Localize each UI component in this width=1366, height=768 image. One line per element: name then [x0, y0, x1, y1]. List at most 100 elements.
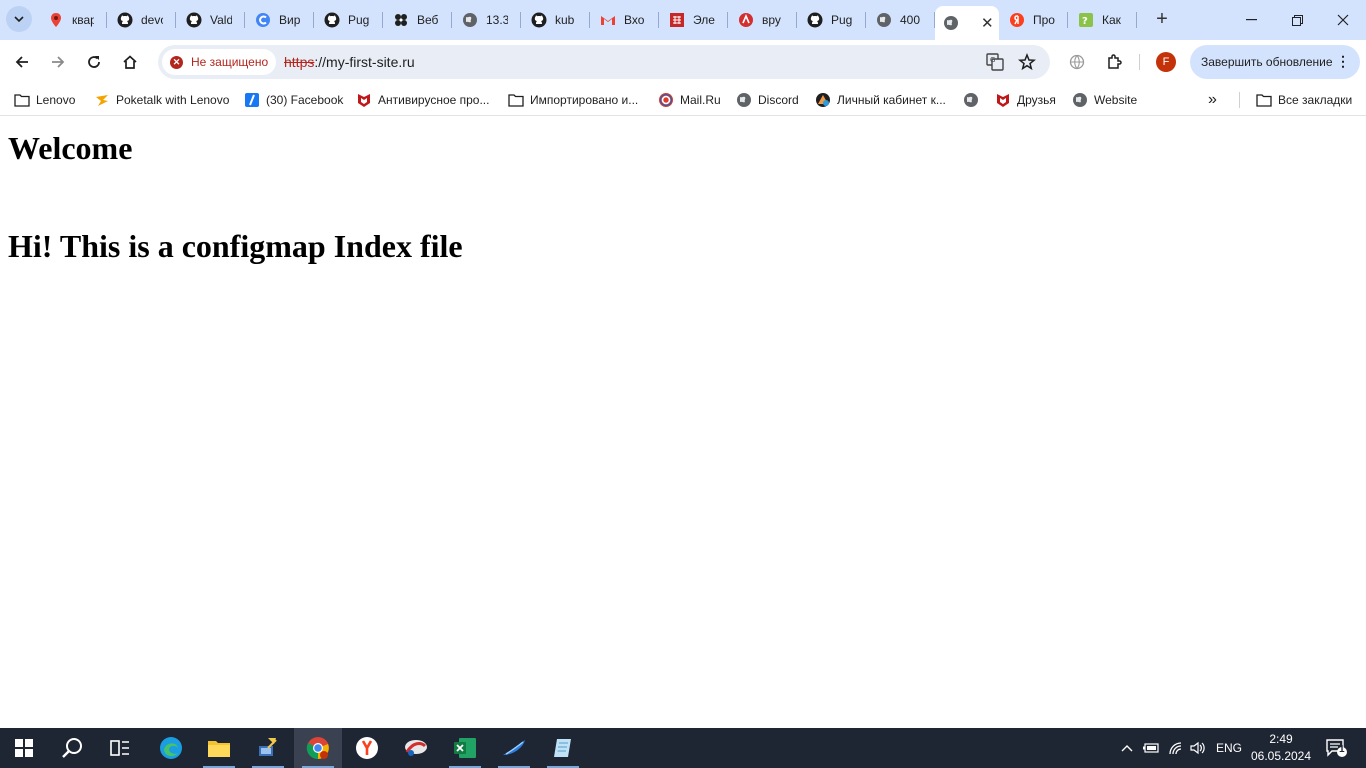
back-button[interactable]: [8, 48, 36, 76]
browser-tab[interactable]: Веб: [383, 0, 452, 40]
bookmark-star-button[interactable]: [1018, 53, 1036, 71]
yandex-icon: [1010, 13, 1024, 27]
browser-tab[interactable]: 400: [866, 0, 935, 40]
taskbar-yandex[interactable]: [343, 728, 391, 768]
red-circle-icon: [739, 13, 753, 27]
task-view-button[interactable]: [96, 728, 144, 768]
browser-tab[interactable]: 13.3: [452, 0, 521, 40]
folder-icon: [508, 92, 524, 108]
start-button[interactable]: [0, 728, 48, 768]
bookmark-item[interactable]: Антивирусное про...: [356, 91, 489, 109]
restore-button[interactable]: [1274, 0, 1320, 40]
browser-tab[interactable]: Про: [999, 0, 1068, 40]
tab-search-button[interactable]: [6, 6, 32, 32]
bookmark-item[interactable]: Lenovo: [14, 91, 75, 109]
bookmark-item[interactable]: Website: [1072, 91, 1137, 109]
tray-language[interactable]: ENG: [1212, 728, 1246, 768]
tab-title: devo: [141, 13, 163, 27]
taskbar-notepad[interactable]: [539, 728, 587, 768]
taskbar-chrome[interactable]: [294, 728, 342, 768]
speaker-icon: [1190, 741, 1205, 755]
close-window-button[interactable]: [1320, 0, 1366, 40]
folder-icon: [208, 741, 230, 757]
battery-icon: [1143, 743, 1159, 753]
tab-title: Вир: [279, 13, 301, 27]
browser-toolbar: ✕ Не защищено https://my-first-site.ru G…: [0, 40, 1366, 84]
search-button[interactable]: [48, 728, 96, 768]
new-tab-button[interactable]: +: [1150, 8, 1174, 32]
tab-title: Веб: [417, 13, 439, 27]
page-heading-configmap: Hi! This is a configmap Index file: [8, 228, 463, 264]
bookmark-item[interactable]: Mail.Ru: [658, 91, 721, 109]
tray-overflow-button[interactable]: [1117, 728, 1137, 768]
bookmark-item[interactable]: Личный кабинет к...: [815, 91, 946, 109]
map-pin-icon: [51, 13, 61, 27]
vpn-globe-button[interactable]: [1063, 48, 1091, 76]
extensions-button[interactable]: [1100, 48, 1128, 76]
svg-text:G: G: [990, 56, 995, 64]
taskbar-edge[interactable]: [147, 728, 195, 768]
task-view-icon: [110, 740, 129, 756]
browser-tab[interactable]: Pug: [314, 0, 383, 40]
notification-center-button[interactable]: 1: [1318, 728, 1354, 768]
browser-tab[interactable]: ? Как: [1068, 0, 1137, 40]
c-logo-icon: [256, 13, 270, 27]
minimize-button[interactable]: [1228, 0, 1274, 40]
browser-tab[interactable]: devo: [107, 0, 176, 40]
arrow-left-icon: [15, 56, 28, 68]
browser-tab[interactable]: Vald: [176, 0, 245, 40]
tray-volume[interactable]: [1187, 728, 1209, 768]
taskbar-network-app[interactable]: [244, 728, 292, 768]
wifi-icon: [1169, 742, 1182, 755]
taskbar-remote-app[interactable]: [392, 728, 440, 768]
tab-title: вру: [762, 13, 781, 27]
browser-tab[interactable]: kub: [521, 0, 590, 40]
tray-battery[interactable]: [1140, 728, 1162, 768]
browser-tab[interactable]: квар: [38, 0, 107, 40]
home-button[interactable]: [116, 48, 144, 76]
url-text[interactable]: https://my-first-site.ru: [284, 54, 415, 70]
chrome-icon: [306, 737, 329, 760]
network-computer-icon: [259, 738, 277, 756]
forward-button[interactable]: [44, 48, 72, 76]
bookmark-item[interactable]: Импортировано и...: [508, 91, 638, 109]
address-bar[interactable]: ✕ Не защищено https://my-first-site.ru G: [158, 45, 1050, 79]
taskbar-clock[interactable]: 2:49 06.05.2024: [1248, 731, 1314, 765]
bookmark-item[interactable]: Друзья: [995, 91, 1056, 109]
browser-tab[interactable]: Вхо: [590, 0, 659, 40]
bookmark-item[interactable]: (30) Facebook: [244, 91, 343, 109]
puzzle-icon: [1108, 54, 1122, 69]
tray-wifi[interactable]: [1165, 728, 1187, 768]
close-tab-icon[interactable]: ✕: [981, 14, 994, 32]
active-browser-tab[interactable]: ✕: [935, 6, 999, 40]
bookmark-item[interactable]: Discord: [736, 91, 799, 109]
tab-title: Вхо: [624, 13, 645, 27]
security-label: Не защищено: [191, 55, 269, 69]
bookmark-label: Lenovo: [36, 93, 76, 107]
tab-strip: квар devo Vald Вир Pug Веб 13.3 kub Вхо Эле вру Pug…: [0, 0, 1366, 40]
reload-button[interactable]: [80, 48, 108, 76]
bookmarks-overflow-button[interactable]: »: [1208, 91, 1217, 109]
profile-avatar[interactable]: F: [1156, 52, 1176, 72]
security-chip[interactable]: ✕ Не защищено: [162, 49, 276, 75]
browser-tab[interactable]: Эле: [659, 0, 728, 40]
taskbar-virtualbox[interactable]: [490, 728, 538, 768]
taskbar-excel[interactable]: [441, 728, 489, 768]
browser-tab[interactable]: Pug: [797, 0, 866, 40]
finish-update-button[interactable]: Завершить обновление ⋮: [1190, 45, 1360, 79]
translate-button[interactable]: G: [986, 53, 1004, 71]
question-logo-icon: ?: [1079, 13, 1093, 27]
page-heading-welcome: Welcome: [8, 130, 133, 166]
tab-favicon: [324, 12, 340, 28]
bookmarks-divider: [1239, 92, 1240, 108]
bookmark-item[interactable]: [963, 91, 985, 109]
excel-icon: [454, 738, 476, 758]
browser-tab[interactable]: Вир: [245, 0, 314, 40]
taskbar-file-explorer[interactable]: [195, 728, 243, 768]
close-icon: [1337, 14, 1349, 26]
bookmark-item[interactable]: Poketalk with Lenovo: [94, 91, 229, 109]
browser-tab[interactable]: вру: [728, 0, 797, 40]
all-bookmarks-button[interactable]: Все закладки: [1256, 91, 1352, 109]
globe-icon: [877, 13, 891, 27]
clock-date: 06.05.2024: [1250, 749, 1312, 763]
